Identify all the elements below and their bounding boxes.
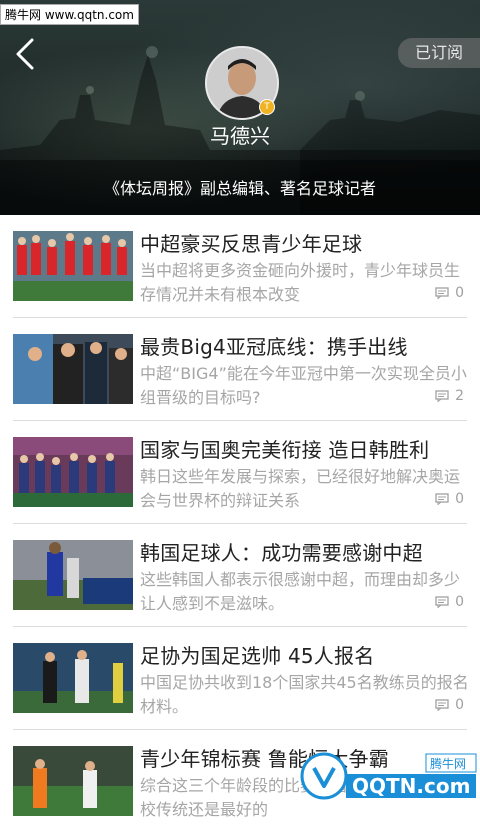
article-item[interactable]: 国家与国奥完美衔接 造日韩胜利 韩日这些年发展与探索，已经很好地解决奥运会与世界…	[0, 421, 480, 524]
article-summary: 中国足协共收到18个国家共45名教练员的报名材料。	[140, 673, 469, 716]
article-title: 中超豪买反思青少年足球	[140, 232, 363, 256]
article-summary: 韩日这些年发展与探索，已经很好地解决奥运会与世界杯的辩证关系	[140, 467, 461, 510]
article-thumbnail	[13, 437, 133, 507]
article-title: 足协为国足选帅 45人报名	[140, 644, 375, 668]
site-watermark: 腾牛网 www.qqtn.com	[0, 4, 139, 25]
comment-count-value: 2	[455, 388, 464, 404]
comment-icon	[435, 699, 449, 711]
comment-count: 0	[435, 594, 464, 610]
comment-count-value: 0	[455, 285, 464, 301]
subscribed-button[interactable]: 已订阅	[398, 38, 480, 68]
comment-icon	[435, 390, 449, 402]
logo-text: QQTN.com	[352, 774, 470, 798]
author-header: 腾牛网 www.qqtn.com 已订阅 T 马德兴 《体坛周报》副总编辑、著名…	[0, 0, 480, 215]
article-item[interactable]: 足协为国足选帅 45人报名 中国足协共收到18个国家共45名教练员的报名材料。 …	[0, 627, 480, 730]
comment-count: 2	[435, 388, 464, 404]
back-arrow-icon[interactable]	[10, 36, 42, 72]
article-thumbnail	[13, 746, 133, 816]
author-description: 《体坛周报》副总编辑、著名足球记者	[103, 179, 376, 198]
comment-count-value: 0	[455, 697, 464, 713]
article-thumbnail	[13, 334, 133, 404]
comment-icon	[435, 493, 449, 505]
comment-count: 0	[435, 285, 464, 301]
comment-count-value: 0	[455, 594, 464, 610]
author-name: 马德兴	[210, 124, 270, 148]
comment-count: 0	[435, 491, 464, 507]
article-thumbnail	[13, 231, 133, 301]
article-thumbnail	[13, 540, 133, 610]
article-summary: 这些韩国人都表示很感谢中超，而理由却多少让人感到不是滋味。	[140, 570, 461, 613]
comment-count-value: 0	[455, 491, 464, 507]
article-summary: 中超“BIG4”能在今年亚冠中第一次实现全员小组晋级的目标吗?	[140, 364, 467, 407]
logo-tag: 腾牛网	[430, 756, 466, 771]
article-item[interactable]: 韩国足球人：成功需要感谢中超 这些韩国人都表示很感谢中超，而理由却多少让人感到不…	[0, 524, 480, 627]
comment-count: 0	[435, 697, 464, 713]
article-item[interactable]: 最贵Big4亚冠底线：携手出线 中超“BIG4”能在今年亚冠中第一次实现全员小组…	[0, 318, 480, 421]
article-summary: 当中超将更多资金砸向外援时，青少年球员生存情况并未有根本改变	[140, 261, 461, 304]
comment-icon	[435, 596, 449, 608]
article-title: 国家与国奥完美衔接 造日韩胜利	[140, 438, 430, 462]
article-thumbnail	[13, 643, 133, 713]
site-logo: QQTN.com 腾牛网	[300, 752, 477, 800]
article-title: 韩国足球人：成功需要感谢中超	[140, 541, 423, 565]
article-title: 最贵Big4亚冠底线：携手出线	[140, 335, 408, 359]
comment-icon	[435, 287, 449, 299]
verified-badge-icon: T	[259, 99, 275, 115]
article-item[interactable]: 中超豪买反思青少年足球 当中超将更多资金砸向外援时，青少年球员生存情况并未有根本…	[0, 215, 480, 318]
